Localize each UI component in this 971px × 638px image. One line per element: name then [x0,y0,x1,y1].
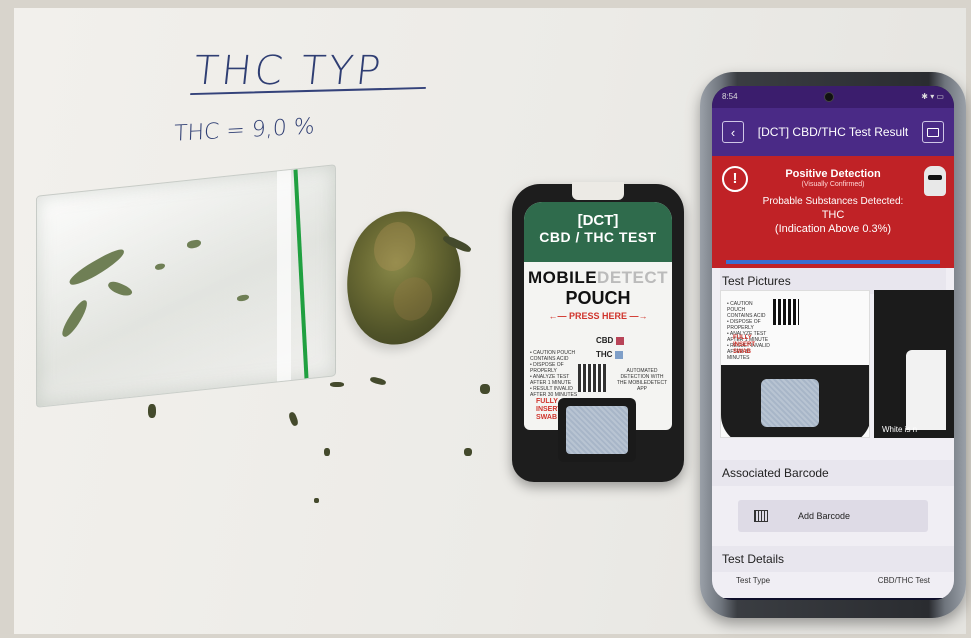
pouch-brand-detect: DETECT [597,268,669,287]
pouch-press-here: ←— PRESS HERE —→ [548,311,648,321]
test-picture-2-caption: White is n [882,425,918,434]
herb-crumb [314,498,319,503]
add-barcode-button[interactable]: Add Barcode [738,500,928,532]
alert-title: Positive Detection [785,168,881,180]
test-picture-1-insert-note: FULLY INSERT SWAB [733,335,756,355]
test-details-heading: Test Details [712,546,954,572]
herb-fragment [155,263,165,271]
test-pictures-panel: Test Pictures • CAUTION POUCH CONTAINS A… [712,268,954,460]
herb-crumb [148,404,156,418]
bag-crease [277,169,291,382]
agent-avatar-icon [924,166,946,196]
pouch-header: [DCT] CBD / THC TEST [524,202,672,262]
barcode-icon [754,510,768,522]
herb-crumb [324,448,330,456]
test-picture-1[interactable]: • CAUTION POUCH CONTAINS ACID • DISPOSE … [720,290,870,438]
pouch-qr-code [578,364,606,392]
back-button[interactable]: ‹ [722,121,744,143]
herb-fragment [58,298,92,340]
herb-fragment [187,239,201,249]
pouch-detection-note: AUTOMATED DETECTION WITH THE MOBILEDETEC… [616,368,668,392]
associated-barcode-heading: Associated Barcode [712,460,954,486]
cannabis-bud [326,196,478,362]
test-picture-1-swab [761,379,819,427]
front-camera [824,92,834,102]
add-barcode-label: Add Barcode [798,511,851,521]
pouch-instructions: • CAUTION POUCH CONTAINS ACID • DISPOSE … [530,350,578,398]
alert-substance: THC [821,209,845,221]
test-picture-2-white-area [906,350,946,430]
phone-screen: 8:54 ✱ ▾ ▭ ‹ [DCT] CBD/THC Test Result !… [712,86,954,600]
herb-crumb [287,411,300,427]
handwritten-thc-value: THC = 9,0 % [173,114,315,147]
pouch-legend-cbd-label: CBD [596,336,614,345]
herb-crumb [330,382,344,387]
pouch-brand: MOBILEDETECT [524,268,672,288]
test-picture-2[interactable]: White is n [874,290,954,438]
app-title: [DCT] CBD/THC Test Result [757,124,909,139]
test-pouch: [DCT] CBD / THC TEST MOBILEDETECT POUCH … [512,182,684,482]
status-time: 8:54 [722,92,738,101]
thc-color-swatch [615,350,624,359]
pouch-legend-thc-label: THC [596,350,613,359]
alert-progress-bar [726,260,940,264]
cbd-color-swatch [616,336,625,345]
test-details-row: Test Type CBD/THC Test [712,572,954,598]
pouch-label: [DCT] CBD / THC TEST MOBILEDETECT POUCH … [524,202,672,430]
herb-crumb [464,448,472,456]
status-icons: ✱ ▾ ▭ [921,92,944,101]
detection-alert: ! Positive Detection (Visually Confirmed… [712,156,954,268]
pouch-swab-window [558,398,636,462]
folder-icon [927,127,939,137]
alert-probable-label: Probable Substances Detected: [762,196,904,207]
test-type-label: Test Type [736,576,771,585]
alert-subtitle: (Visually Confirmed) [801,181,865,188]
app-bar: ‹ [DCT] CBD/THC Test Result [712,108,954,156]
herb-crumb [480,384,490,394]
alert-exclamation-icon: ! [722,166,748,192]
ziplock-bag [36,164,336,408]
test-type-value: CBD/THC Test [877,576,930,585]
smartphone: 8:54 ✱ ▾ ▭ ‹ [DCT] CBD/THC Test Result !… [700,72,966,618]
herb-crumb [369,376,387,386]
pouch-legend-cbd: CBD [596,336,625,345]
pouch-header-name: CBD / THC TEST [539,229,657,245]
test-pictures-section: Test Pictures • CAUTION POUCH CONTAINS A… [712,268,954,598]
pouch-title: POUCH [565,288,631,308]
alert-indication: (Indication Above 0.3%) [774,223,892,235]
pouch-notch [572,182,624,200]
pouch-brand-mobile: MOBILE [527,268,598,287]
bag-zip-seal [293,169,309,379]
export-button[interactable] [922,121,944,143]
herb-fragment [106,279,134,299]
pouch-header-code: [DCT] [577,212,619,229]
test-picture-1-qr [773,299,799,325]
handwritten-title: THC TYP [191,48,386,94]
barcode-row: Add Barcode [712,486,954,546]
pouch-swab-pad [566,406,628,454]
herb-fragment [237,294,249,302]
pouch-legend-thc: THC [596,350,624,359]
